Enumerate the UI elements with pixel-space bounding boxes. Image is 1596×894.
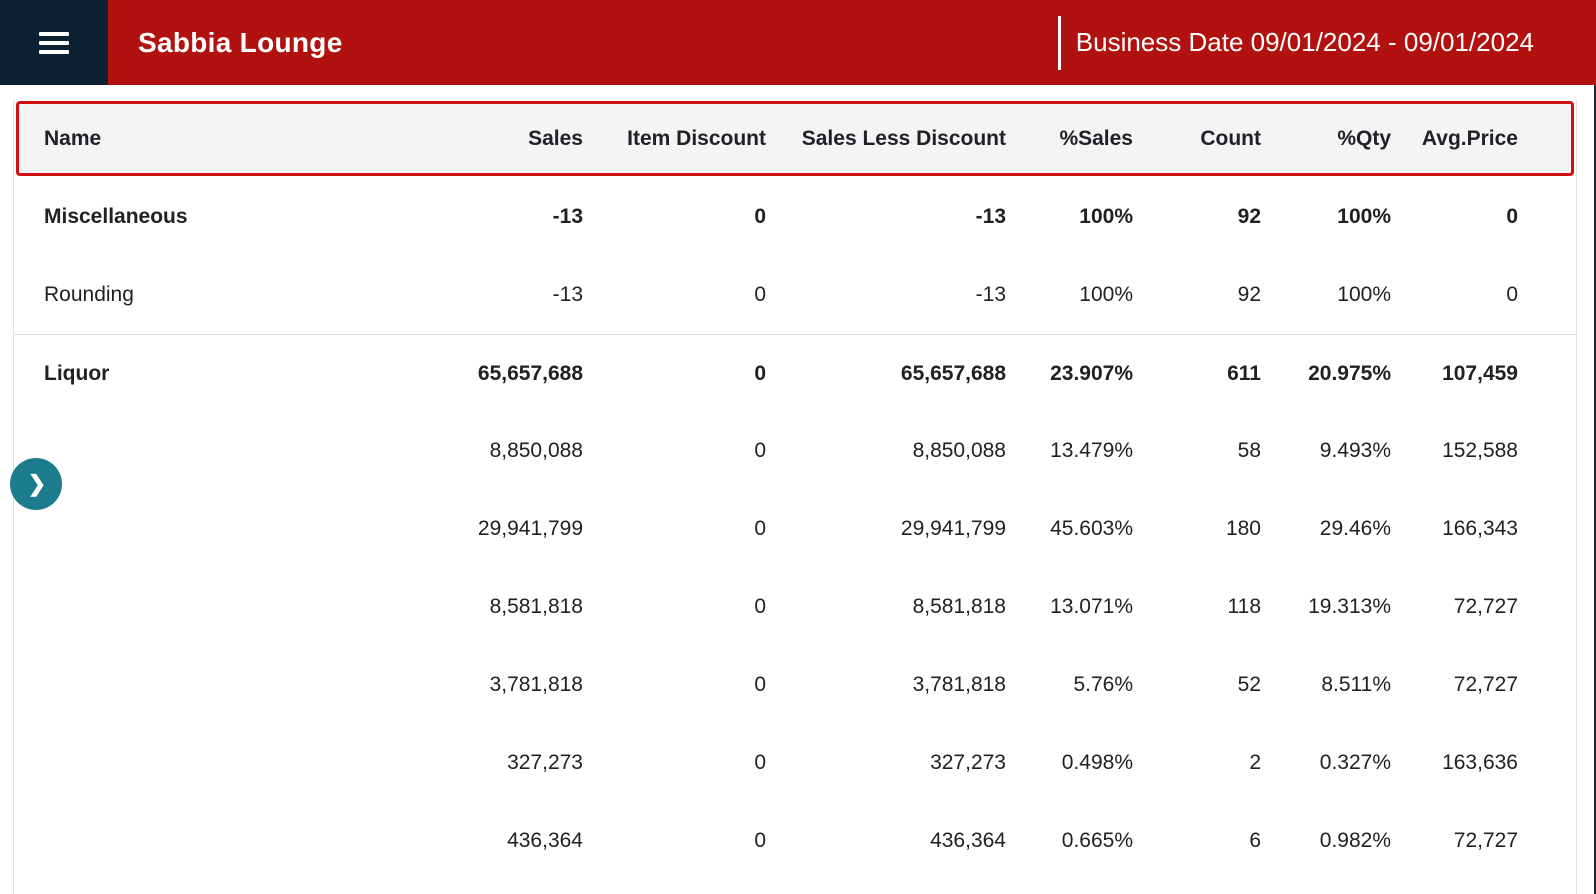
table-row[interactable]: 8,581,81808,581,81813.071%11819.313%72,7… — [14, 568, 1576, 646]
cell-avg_price: 163,636 — [1391, 751, 1518, 775]
cell-sales_less_discount: -13 — [766, 205, 1006, 229]
expand-panel-button[interactable]: ❯ — [10, 458, 62, 510]
cell-pct_qty: 8.511% — [1261, 673, 1391, 697]
table-row[interactable]: 436,3640436,3640.665%60.982%72,727 — [14, 802, 1576, 880]
cell-sales_less_discount: 436,364 — [766, 829, 1006, 853]
cell-count: 611 — [1133, 362, 1261, 386]
cell-sales: -13 — [403, 205, 583, 229]
cell-item_discount: 0 — [583, 829, 766, 853]
table-row[interactable]: Liquor65,657,688065,657,68823.907%61120.… — [14, 334, 1576, 412]
cell-count: 92 — [1133, 205, 1261, 229]
cell-item_discount: 0 — [583, 205, 766, 229]
cell-avg_price: 107,459 — [1391, 362, 1518, 386]
cell-sales_less_discount: 65,657,688 — [766, 362, 1006, 386]
business-date-label[interactable]: Business Date 09/01/2024 - 09/01/2024 — [1076, 27, 1534, 58]
table-row[interactable]: Rounding-130-13100%92100%0 — [14, 256, 1576, 334]
cell-pct_sales: 45.603% — [1006, 517, 1133, 541]
cell-avg_price: 0 — [1391, 283, 1518, 307]
hamburger-icon — [39, 32, 69, 54]
cell-sales: 8,581,818 — [403, 595, 583, 619]
page-title: Sabbia Lounge — [138, 27, 343, 59]
cell-pct_qty: 29.46% — [1261, 517, 1391, 541]
cell-pct_qty: 100% — [1261, 205, 1391, 229]
cell-pct_qty: 100% — [1261, 283, 1391, 307]
cell-sales: -13 — [403, 283, 583, 307]
cell-item_discount: 0 — [583, 751, 766, 775]
cell-count: 92 — [1133, 283, 1261, 307]
cell-sales_less_discount: 327,273 — [766, 751, 1006, 775]
cell-count: 118 — [1133, 595, 1261, 619]
cell-count: 58 — [1133, 439, 1261, 463]
table-row[interactable]: Miscellaneous-130-13100%92100%0 — [14, 178, 1576, 256]
column-header-pct-sales[interactable]: %Sales — [1006, 127, 1133, 151]
column-header-avg-price[interactable]: Avg.Price — [1391, 127, 1518, 151]
cell-sales: 436,364 — [403, 829, 583, 853]
column-header-sales-less-discount[interactable]: Sales Less Discount — [766, 127, 1006, 151]
column-header-item-discount[interactable]: Item Discount — [583, 127, 766, 151]
cell-avg_price: 166,343 — [1391, 517, 1518, 541]
cell-count: 2 — [1133, 751, 1261, 775]
column-header-sales[interactable]: Sales — [403, 127, 583, 151]
menu-button[interactable] — [0, 0, 108, 85]
cell-avg_price: 72,727 — [1391, 829, 1518, 853]
cell-count: 6 — [1133, 829, 1261, 853]
cell-sales_less_discount: 8,581,818 — [766, 595, 1006, 619]
cell-avg_price: 72,727 — [1391, 673, 1518, 697]
cell-sales: 29,941,799 — [403, 517, 583, 541]
cell-item_discount: 0 — [583, 283, 766, 307]
cell-sales: 65,657,688 — [403, 362, 583, 386]
report-table: Name Sales Item Discount Sales Less Disc… — [13, 99, 1577, 894]
cell-item_discount: 0 — [583, 362, 766, 386]
table-row[interactable]: 327,2730327,2730.498%20.327%163,636 — [14, 724, 1576, 802]
cell-sales: 327,273 — [403, 751, 583, 775]
cell-pct_sales: 0.665% — [1006, 829, 1133, 853]
cell-avg_price: 0 — [1391, 205, 1518, 229]
cell-item_discount: 0 — [583, 439, 766, 463]
business-date-section: Business Date 09/01/2024 - 09/01/2024 — [1058, 16, 1596, 70]
cell-pct_sales: 5.76% — [1006, 673, 1133, 697]
appbar-divider — [1058, 16, 1061, 70]
cell-pct_qty: 0.327% — [1261, 751, 1391, 775]
table-body: Miscellaneous-130-13100%92100%0Rounding-… — [14, 178, 1576, 880]
cell-sales_less_discount: 29,941,799 — [766, 517, 1006, 541]
cell-item_discount: 0 — [583, 595, 766, 619]
chevron-right-icon: ❯ — [28, 473, 46, 495]
cell-pct_qty: 9.493% — [1261, 439, 1391, 463]
column-header-name[interactable]: Name — [44, 127, 403, 151]
cell-count: 180 — [1133, 517, 1261, 541]
cell-sales: 3,781,818 — [403, 673, 583, 697]
cell-item_discount: 0 — [583, 673, 766, 697]
cell-pct_sales: 13.479% — [1006, 439, 1133, 463]
cell-pct_sales: 23.907% — [1006, 362, 1133, 386]
cell-name: Miscellaneous — [44, 205, 403, 229]
table-header-row[interactable]: Name Sales Item Discount Sales Less Disc… — [16, 101, 1574, 176]
cell-sales_less_discount: 3,781,818 — [766, 673, 1006, 697]
table-row[interactable]: 29,941,799029,941,79945.603%18029.46%166… — [14, 490, 1576, 568]
cell-sales_less_discount: 8,850,088 — [766, 439, 1006, 463]
column-header-count[interactable]: Count — [1133, 127, 1261, 151]
table-row[interactable]: 3,781,81803,781,8185.76%528.511%72,727 — [14, 646, 1576, 724]
cell-name: Rounding — [44, 283, 403, 307]
cell-sales: 8,850,088 — [403, 439, 583, 463]
app-bar: Sabbia Lounge Business Date 09/01/2024 -… — [0, 0, 1596, 85]
cell-pct_sales: 100% — [1006, 283, 1133, 307]
cell-pct_sales: 0.498% — [1006, 751, 1133, 775]
cell-pct_qty: 0.982% — [1261, 829, 1391, 853]
cell-pct_sales: 100% — [1006, 205, 1133, 229]
table-row[interactable]: 8,850,08808,850,08813.479%589.493%152,58… — [14, 412, 1576, 490]
cell-name: Liquor — [44, 362, 403, 386]
cell-pct_qty: 20.975% — [1261, 362, 1391, 386]
column-header-pct-qty[interactable]: %Qty — [1261, 127, 1391, 151]
cell-item_discount: 0 — [583, 517, 766, 541]
cell-pct_qty: 19.313% — [1261, 595, 1391, 619]
cell-sales_less_discount: -13 — [766, 283, 1006, 307]
cell-count: 52 — [1133, 673, 1261, 697]
cell-avg_price: 72,727 — [1391, 595, 1518, 619]
cell-avg_price: 152,588 — [1391, 439, 1518, 463]
cell-pct_sales: 13.071% — [1006, 595, 1133, 619]
